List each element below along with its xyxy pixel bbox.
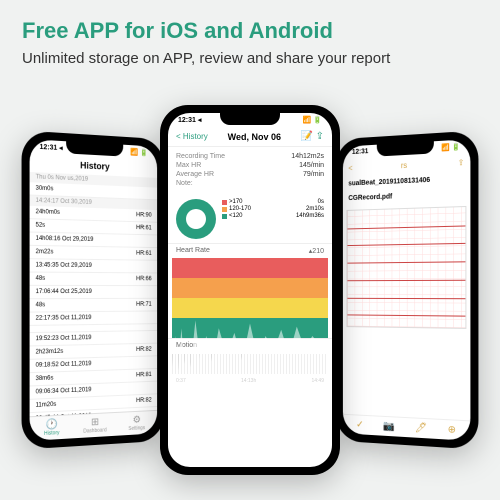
- notes-toolbar: ✓ 📷 🖊 ⊕: [343, 414, 471, 441]
- status-icons: 📶 🔋: [303, 116, 322, 124]
- share-icon[interactable]: ⇪: [458, 158, 465, 168]
- add-icon[interactable]: ⊕: [448, 424, 456, 436]
- note-icon[interactable]: 📝: [301, 131, 313, 142]
- camera-icon[interactable]: 📷: [383, 421, 395, 433]
- notch: [220, 113, 280, 125]
- status-time: 12:31: [352, 148, 368, 157]
- phone-report: 12:31📶 🔋 < rs ⇪ sualBeat_20191108131406 …: [336, 130, 479, 449]
- status-icons: 📶 🔋: [130, 148, 148, 157]
- legend: >1700s120-1702m10s<12014h9m36s: [222, 199, 324, 239]
- stats-block: Recording Time14h12m2sMax HR145/minAvera…: [168, 147, 332, 195]
- check-icon[interactable]: ✓: [356, 419, 364, 430]
- status-icons: 📶 🔋: [441, 143, 460, 152]
- status-time: 12:31 ◂: [40, 143, 63, 152]
- tab-settings[interactable]: ⚙Settings: [116, 414, 157, 433]
- donut-chart: [176, 199, 216, 239]
- back-button[interactable]: < History: [176, 132, 208, 141]
- history-row[interactable]: 48sHR:71: [30, 299, 158, 313]
- share-icon[interactable]: ⇪: [316, 131, 324, 142]
- hr-max: ▴210: [309, 247, 324, 255]
- status-time: 12:31 ◂: [178, 116, 201, 124]
- hr-chart[interactable]: [172, 258, 328, 338]
- history-row[interactable]: 17:06:44 Oct 25,2019: [30, 286, 158, 299]
- ecg-report[interactable]: [347, 206, 467, 329]
- notes-label: rs: [401, 161, 407, 170]
- phones-showcase: 12:31 ◂📶 🔋 History Thu 0s Nov us,201930m…: [0, 85, 500, 485]
- tab-dashboard[interactable]: ⊞Dashboard: [74, 416, 116, 435]
- page-subtitle: Unlimited storage on APP, review and sha…: [22, 50, 478, 67]
- pen-icon[interactable]: 🖊: [415, 423, 427, 435]
- back-button[interactable]: <: [348, 164, 352, 173]
- history-row[interactable]: 13:45:35 Oct 29,2019: [30, 259, 158, 273]
- nav-title: Wed, Nov 06: [228, 132, 281, 142]
- phone-history: 12:31 ◂📶 🔋 History Thu 0s Nov us,201930m…: [22, 130, 165, 449]
- tab-bar: 🕐History ⊞Dashboard ⚙Settings: [30, 410, 158, 441]
- page-title: Free APP for iOS and Android: [22, 18, 478, 44]
- history-row[interactable]: 48sHR:66: [30, 273, 158, 287]
- phone-detail: 12:31 ◂ 📶 🔋 < History Wed, Nov 06 📝 ⇪ Rec…: [160, 105, 340, 475]
- hr-label: Heart Rate: [176, 247, 210, 255]
- history-list[interactable]: Thu 0s Nov us,201930m0s14:24:17 Oct 30,2…: [30, 172, 158, 440]
- tab-history[interactable]: 🕐History: [30, 418, 74, 438]
